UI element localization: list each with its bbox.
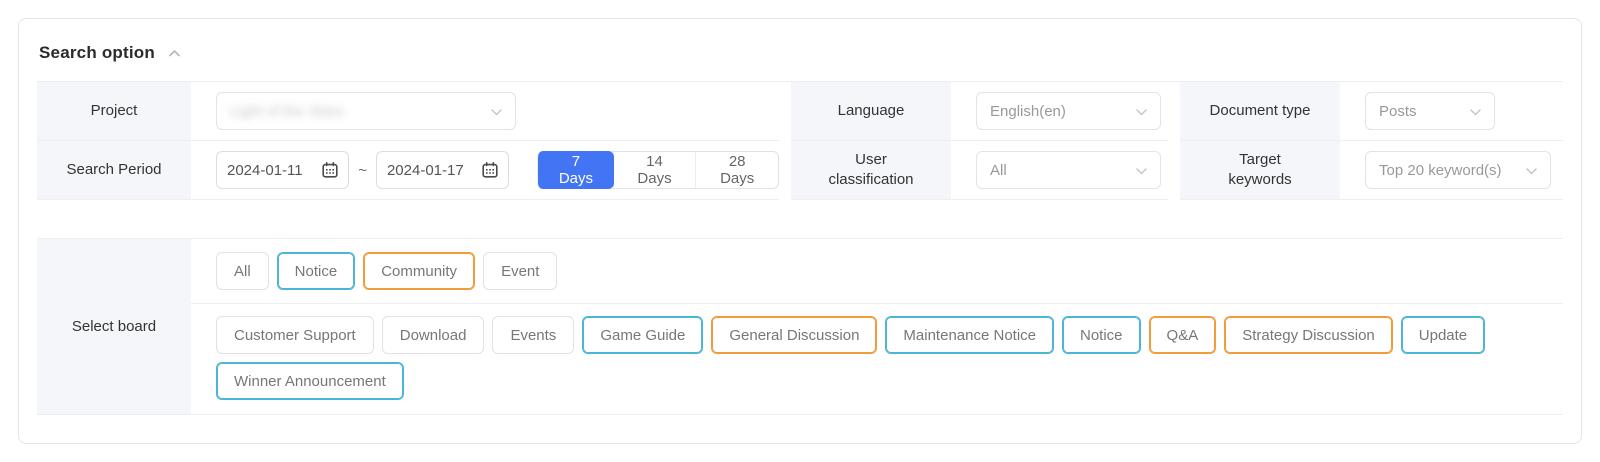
calendar-icon[interactable] — [322, 162, 338, 178]
search-period-label: Search Period — [37, 141, 191, 200]
page-title: Search option — [39, 43, 155, 63]
target-keywords-select[interactable]: Top 20 keyword(s) — [1365, 151, 1551, 189]
document-type-select-value: Posts — [1379, 103, 1417, 120]
end-date-value: 2024-01-17 — [387, 162, 464, 179]
search-period-cell: 2024-01-11 ~ 2024-01-17 — [191, 141, 779, 200]
language-select[interactable]: English(en) — [976, 92, 1161, 130]
grid-spacer — [1168, 141, 1180, 200]
board-chip[interactable]: General Discussion — [711, 316, 877, 354]
language-select-value: English(en) — [990, 103, 1066, 120]
target-keywords-label: Target keywords — [1180, 141, 1340, 200]
board-category-chip[interactable]: All — [216, 252, 269, 290]
chevron-down-icon — [491, 103, 502, 120]
board-chip[interactable]: Maintenance Notice — [885, 316, 1054, 354]
board-chip[interactable]: Strategy Discussion — [1224, 316, 1393, 354]
language-cell: English(en) — [951, 82, 1168, 141]
end-date-input[interactable]: 2024-01-17 — [376, 151, 509, 189]
document-type-select[interactable]: Posts — [1365, 92, 1495, 130]
select-board-section: Select board AllNoticeCommunityEvent Cus… — [37, 238, 1563, 415]
project-cell: Light of the Stars — [191, 82, 779, 141]
quick-range-group: 7 Days14 Days28 Days — [537, 151, 779, 189]
board-chip[interactable]: Winner Announcement — [216, 362, 404, 400]
search-option-panel: Search option Project Light of the Stars… — [18, 18, 1582, 444]
grid-spacer — [1168, 82, 1180, 141]
select-board-content: AllNoticeCommunityEvent Customer Support… — [191, 239, 1563, 414]
chevron-down-icon — [1526, 162, 1537, 179]
divider — [191, 303, 1563, 304]
board-category-chip[interactable]: Notice — [277, 252, 356, 290]
quick-range-button[interactable]: 28 Days — [695, 152, 778, 188]
project-label: Project — [37, 82, 191, 141]
document-type-label: Document type — [1180, 82, 1340, 141]
board-chip[interactable]: Download — [382, 316, 485, 354]
board-chip[interactable]: Customer Support — [216, 316, 374, 354]
board-chip[interactable]: Q&A — [1149, 316, 1217, 354]
project-select[interactable]: Light of the Stars — [216, 92, 516, 130]
grid-spacer — [779, 82, 791, 141]
board-category-row: AllNoticeCommunityEvent — [191, 252, 1563, 290]
board-category-chip[interactable]: Community — [363, 252, 475, 290]
target-keywords-cell: Top 20 keyword(s) — [1340, 141, 1563, 200]
chevron-down-icon — [1136, 162, 1147, 179]
start-date-value: 2024-01-11 — [227, 162, 303, 179]
board-chip[interactable]: Notice — [1062, 316, 1141, 354]
chevron-down-icon — [1136, 103, 1147, 120]
user-classification-label: User classification — [791, 141, 951, 200]
user-classification-cell: All — [951, 141, 1168, 200]
start-date-input[interactable]: 2024-01-11 — [216, 151, 349, 189]
quick-range-button[interactable]: 14 Days — [613, 152, 696, 188]
date-range-separator: ~ — [358, 162, 367, 179]
document-type-cell: Posts — [1340, 82, 1563, 141]
calendar-icon[interactable] — [482, 162, 498, 178]
user-classification-select-value: All — [990, 162, 1007, 179]
quick-range-button[interactable]: 7 Days — [537, 151, 614, 189]
board-chip[interactable]: Events — [492, 316, 574, 354]
board-chip[interactable]: Update — [1401, 316, 1485, 354]
chevron-down-icon — [1470, 103, 1481, 120]
panel-header: Search option — [39, 43, 1563, 63]
board-chip-list: Customer SupportDownloadEventsGame Guide… — [191, 316, 1563, 400]
board-chip[interactable]: Game Guide — [582, 316, 703, 354]
project-select-value-redacted: Light of the Stars — [230, 103, 343, 120]
target-keywords-select-value: Top 20 keyword(s) — [1379, 162, 1502, 179]
grid-spacer — [779, 141, 791, 200]
user-classification-select[interactable]: All — [976, 151, 1161, 189]
board-category-chip[interactable]: Event — [483, 252, 557, 290]
collapse-chevron-up-icon[interactable] — [167, 48, 182, 59]
select-board-label: Select board — [37, 239, 191, 414]
language-label: Language — [791, 82, 951, 141]
search-form: Project Light of the Stars Language Engl… — [37, 81, 1563, 200]
